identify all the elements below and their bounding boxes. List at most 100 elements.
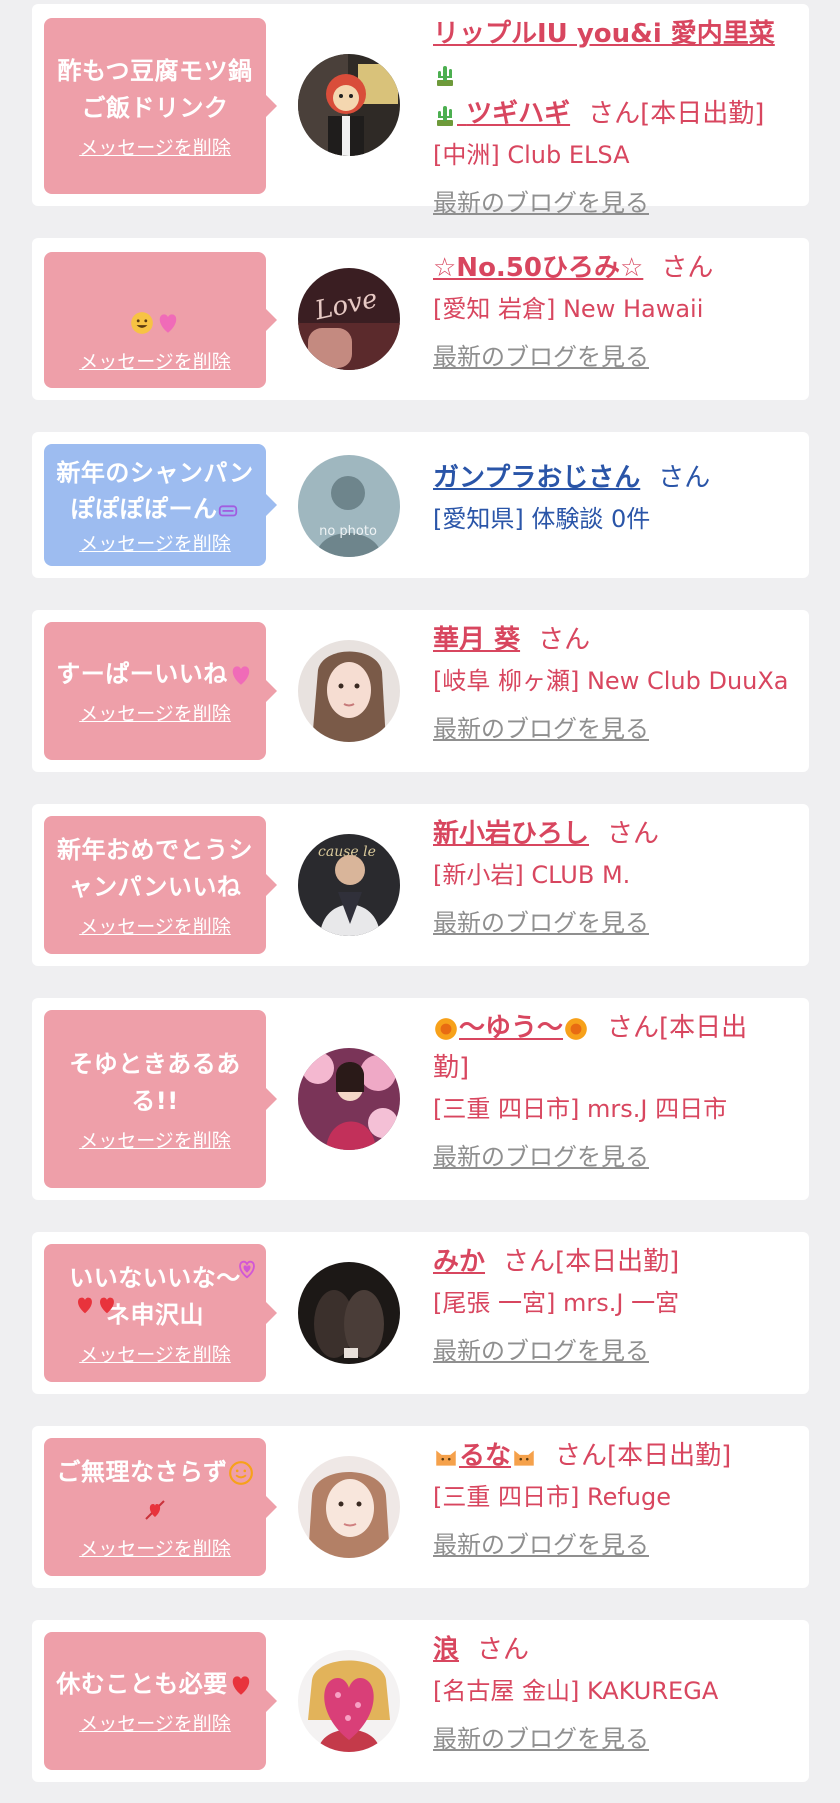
shop-name: [尾張 一宮] mrs.J 一宮 — [433, 1289, 680, 1317]
sunflower-icon — [563, 1016, 589, 1042]
message-card: 新年おめでとうシ ャンパンいいね メッセージを削除 cause le 新小岩ひろ… — [32, 804, 809, 966]
user-name-line: 浪さん — [433, 1630, 795, 1670]
shop-name: [名古屋 金山] KAKUREGA — [433, 1677, 719, 1705]
user-info: みか さん[本日出勤] [尾張 一宮] mrs.J 一宮 最新のブログを見る — [433, 1242, 795, 1370]
user-name-link[interactable]: るな — [433, 1441, 537, 1471]
message-text: 酢もつ豆腐モツ鍋 ご飯ドリンク — [57, 56, 253, 122]
delete-message-link[interactable]: メッセージを削除 — [79, 529, 231, 556]
user-info: ガンプラおじさん さん [愛知県] 体験談 0件 — [433, 458, 795, 538]
shop-name: [岐阜 柳ヶ瀬] New Club DuuXa — [433, 667, 789, 695]
grinning-face-icon — [129, 310, 155, 336]
red-heart-icon — [228, 1672, 254, 1698]
avatar[interactable] — [298, 1650, 400, 1752]
message-bubble: いいないいな〜 ネ申沢山 メッセージを削除 — [44, 1244, 277, 1382]
message-text: 新年のシャンパン ぽぽぽぽーん — [56, 458, 254, 523]
message-text: そゆときあるあ る!! — [69, 1049, 241, 1115]
message-bubble: 休むことも必要 メッセージを削除 — [44, 1632, 277, 1770]
two-hearts-icon — [155, 310, 181, 336]
face-icon — [217, 499, 239, 521]
message-bubble: 酢もつ豆腐モツ鍋 ご飯ドリンク メッセージを削除 — [44, 18, 277, 194]
user-info: 〜ゆう〜 さん[本日出 勤] [三重 四日市] mrs.J 四日市 最新のブログを… — [433, 1008, 795, 1176]
user-name-link[interactable]: ☆No.50ひろみ☆ — [433, 253, 643, 283]
user-suffix: さん[本日出勤] — [588, 99, 765, 129]
user-info: ☆No.50ひろみ☆ さん [愛知 岩倉] New Hawaii 最新のブログを見… — [433, 248, 795, 376]
delete-message-link[interactable]: メッセージを削除 — [79, 1340, 231, 1367]
delete-message-link[interactable]: メッセージを削除 — [79, 1709, 231, 1736]
latest-blog-link[interactable]: 最新のブログを見る — [433, 710, 649, 748]
message-bubble: ご無理なさらず メッセージを削除 — [44, 1438, 277, 1576]
shop-name: [三重 四日市] mrs.J 四日市 — [433, 1095, 728, 1123]
user-suffix: さん — [661, 253, 714, 283]
delete-message-link[interactable]: メッセージを削除 — [79, 912, 231, 939]
message-card: そゆときあるあ る!! メッセージを削除 〜ゆう〜 さん[本日出 勤] [三重 四… — [32, 998, 809, 1200]
user-suffix: さん[本日出勤] — [503, 1247, 680, 1277]
shop-name: [新小岩] CLUB M. — [433, 861, 631, 889]
user-suffix: さん — [607, 819, 660, 849]
user-name-link[interactable]: みか — [433, 1247, 485, 1277]
delete-message-link[interactable]: メッセージを削除 — [79, 133, 231, 160]
user-name-link[interactable]: 浪 — [433, 1635, 459, 1665]
delete-message-link[interactable]: メッセージを削除 — [79, 1126, 231, 1153]
user-info: 新小岩ひろし さん [新小岩] CLUB M. 最新のブログを見る — [433, 814, 795, 942]
red-heart-icon — [96, 1294, 118, 1320]
two-hearts-icon — [74, 1294, 96, 1320]
avatar[interactable]: no photo — [298, 455, 400, 557]
delete-message-link[interactable]: メッセージを削除 — [79, 699, 231, 726]
latest-blog-link[interactable]: 最新のブログを見る — [433, 1720, 649, 1758]
message-bubble: メッセージを削除 — [44, 252, 277, 388]
user-name-link[interactable]: 新小岩ひろし — [433, 819, 589, 849]
user-suffix: さん — [538, 625, 591, 655]
user-name-link[interactable]: ガンプラおじさん — [433, 463, 640, 493]
latest-blog-link[interactable]: 最新のブログを見る — [433, 1332, 649, 1370]
shop-name: [中洲] Club ELSA — [433, 141, 630, 169]
message-text — [129, 267, 181, 341]
message-list: 酢もつ豆腐モツ鍋 ご飯ドリンク メッセージを削除 リップルIU you&i 愛内… — [0, 0, 840, 1803]
latest-blog-link[interactable]: 最新のブログを見る — [433, 1526, 649, 1564]
user-info: リップルIU you&i 愛内里菜 ツギハギ さん[本日出勤] [中洲] Club… — [433, 14, 795, 222]
user-suffix: さん[本日出勤] — [555, 1441, 732, 1471]
cactus-icon — [433, 103, 457, 127]
message-text: すーぱーいいね — [56, 656, 254, 693]
message-card: メッセージを削除 Love ☆No.50ひろみ☆ さん [愛知 岩倉] New H… — [32, 238, 809, 400]
user-name-line: 〜ゆう〜 さん[本日出 勤] — [433, 1008, 795, 1088]
message-card: 休むことも必要 メッセージを削除 浪さん [名古屋 金山] KAKUREGA 最… — [32, 1620, 809, 1782]
review-count: [愛知県] 体験談 0件 — [433, 505, 651, 533]
user-suffix: さん — [658, 463, 711, 493]
avatar[interactable]: Love — [298, 268, 400, 370]
avatar[interactable]: cause le — [298, 834, 400, 936]
user-suffix: さん — [477, 1635, 530, 1665]
cat-icon — [511, 1444, 537, 1470]
message-card: いいないいな〜 ネ申沢山 メッセージを削除 みか さん[本日出勤] [尾張 一宮]… — [32, 1232, 809, 1394]
message-card: すーぱーいいね メッセージを削除 華月 葵さん [岐阜 柳ヶ瀬] New Clu… — [32, 610, 809, 772]
message-text: ご無理なさらず — [56, 1454, 253, 1528]
user-name-line: ガンプラおじさん さん — [433, 458, 795, 498]
avatar[interactable] — [298, 1262, 400, 1364]
shop-name: [愛知 岩倉] New Hawaii — [433, 295, 704, 323]
message-card: 酢もつ豆腐モツ鍋 ご飯ドリンク メッセージを削除 リップルIU you&i 愛内… — [32, 4, 809, 217]
message-bubble: そゆときあるあ る!! メッセージを削除 — [44, 1010, 277, 1188]
avatar[interactable] — [298, 1456, 400, 1558]
user-name-line: るな さん[本日出勤] — [433, 1436, 795, 1476]
latest-blog-link[interactable]: 最新のブログを見る — [433, 1138, 649, 1176]
latest-blog-link[interactable]: 最新のブログを見る — [433, 904, 649, 942]
avatar[interactable] — [298, 640, 400, 742]
no-photo-label: no photo — [319, 524, 377, 539]
delete-message-link[interactable]: メッセージを削除 — [79, 1534, 231, 1561]
avatar[interactable] — [298, 1048, 400, 1150]
latest-blog-link[interactable]: 最新のブログを見る — [433, 338, 649, 376]
delete-message-link[interactable]: メッセージを削除 — [79, 347, 231, 374]
user-name-link[interactable]: 〜ゆう〜 — [433, 1013, 589, 1043]
user-info: 浪さん [名古屋 金山] KAKUREGA 最新のブログを見る — [433, 1630, 795, 1758]
message-card: 新年のシャンパン ぽぽぽぽーん メッセージを削除 no photo ガンプラおじ… — [32, 432, 809, 578]
avatar[interactable] — [298, 54, 400, 156]
latest-blog-link[interactable]: 最新のブログを見る — [433, 184, 649, 222]
message-bubble: 新年おめでとうシ ャンパンいいね メッセージを削除 — [44, 816, 277, 954]
heart-eyes-icon — [236, 1258, 258, 1284]
user-name-line: 新小岩ひろし さん — [433, 814, 795, 854]
user-name-link[interactable]: 華月 葵 — [433, 625, 520, 655]
cactus-icon — [433, 63, 457, 87]
user-name-line: リップルIU you&i 愛内里菜 ツギハギ さん[本日出勤] — [433, 14, 795, 134]
heart-with-arrow-icon — [143, 1498, 167, 1522]
user-name-line: 華月 葵さん — [433, 620, 795, 660]
message-text: 休むことも必要 — [56, 1666, 254, 1703]
